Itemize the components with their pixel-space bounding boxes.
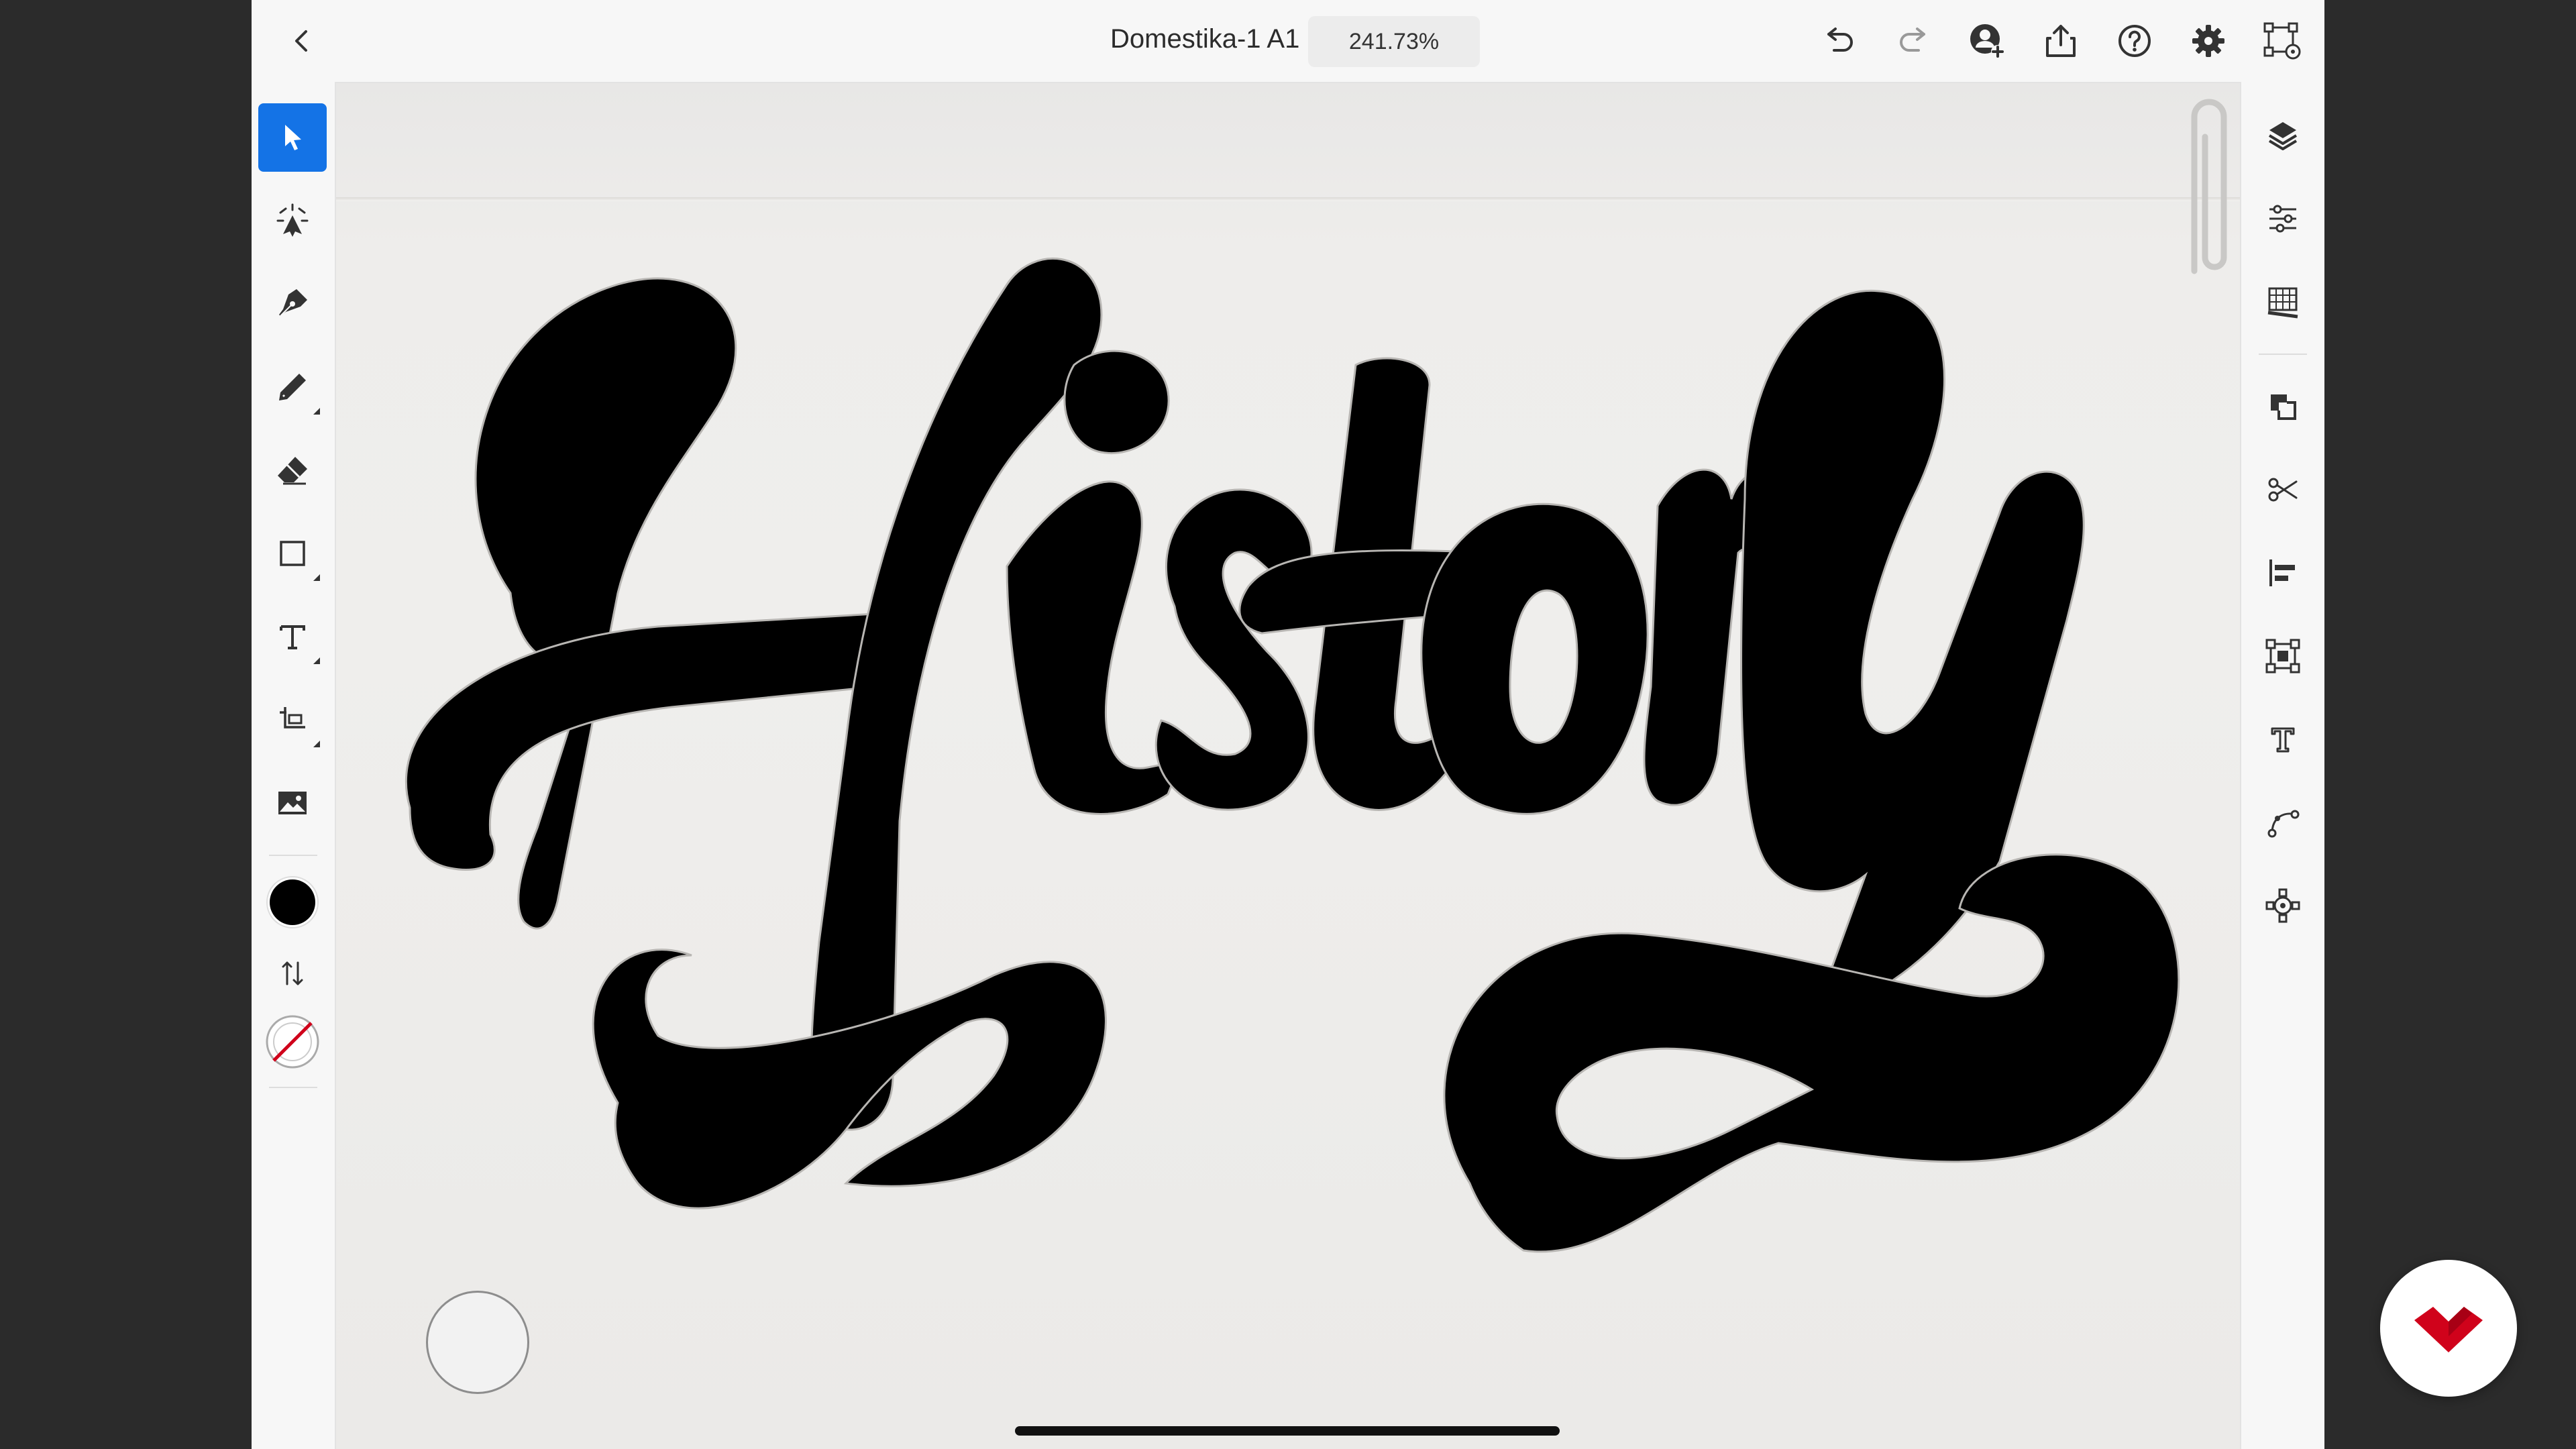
- toolbar-divider: [269, 855, 317, 856]
- grid-icon: [2267, 287, 2298, 319]
- combine-icon: [2271, 394, 2296, 420]
- layers-button[interactable]: [2253, 106, 2312, 165]
- touch-shortcut-button[interactable]: [426, 1291, 529, 1394]
- path-button[interactable]: [2253, 793, 2312, 852]
- type-tool[interactable]: [258, 602, 327, 671]
- magic-pen-icon: [276, 203, 309, 237]
- redo-button[interactable]: [1886, 13, 1941, 68]
- repeat-grid-icon: [2265, 639, 2300, 674]
- image-tool[interactable]: [258, 769, 327, 837]
- help-button[interactable]: [2107, 13, 2162, 68]
- gear-mesh-button[interactable]: [2253, 876, 2312, 935]
- properties-icon: [2269, 205, 2296, 233]
- zoom-level[interactable]: 241.73%: [1308, 16, 1480, 67]
- fill-swatch-icon: [266, 876, 319, 928]
- layers-icon: [2268, 122, 2298, 150]
- type-icon: [280, 625, 305, 649]
- no-stroke-icon: [266, 1015, 319, 1069]
- right-toolbar: [2240, 82, 2324, 1449]
- selection-tool[interactable]: [258, 103, 327, 172]
- invite-button[interactable]: [1960, 13, 2015, 68]
- gear-icon: [2192, 25, 2224, 57]
- home-indicator[interactable]: [1015, 1426, 1560, 1436]
- share-icon: [2046, 25, 2076, 57]
- artboard-canvas[interactable]: [336, 83, 2240, 1449]
- settings-button[interactable]: [2181, 13, 2236, 68]
- image-icon: [278, 792, 307, 814]
- undo-icon: [1827, 28, 1853, 52]
- properties-button[interactable]: [2253, 189, 2312, 248]
- history-lettering-artwork[interactable]: [336, 83, 2240, 1449]
- grid-button[interactable]: [2253, 272, 2312, 331]
- arrow-pointer-icon: [285, 125, 301, 150]
- share-button[interactable]: [2033, 13, 2088, 68]
- brand-logo-badge: [2380, 1260, 2517, 1397]
- left-toolbar: [252, 82, 336, 1449]
- rectangle-icon: [280, 541, 305, 566]
- pencil-tool[interactable]: [258, 353, 327, 421]
- redo-icon: [1900, 28, 1925, 52]
- shape-tool[interactable]: [258, 519, 327, 588]
- top-bar: Domestika-1 A1 241.73%: [252, 0, 2324, 83]
- help-icon: [2118, 25, 2151, 57]
- toolbar-divider: [269, 1087, 317, 1088]
- app-window: Domestika-1 A1 241.73%: [252, 0, 2324, 1449]
- type-options-icon: [2271, 727, 2295, 753]
- gear-mesh-icon: [2265, 888, 2300, 923]
- chevron-left-icon: [295, 30, 307, 52]
- swap-arrows-icon: [282, 961, 303, 985]
- brand-logo-icon: [2414, 1307, 2483, 1352]
- fill-color-swatch[interactable]: [258, 868, 327, 936]
- back-button[interactable]: [278, 17, 325, 64]
- stroke-color-swatch[interactable]: [258, 1008, 327, 1076]
- eraser-icon: [278, 457, 307, 485]
- path-icon: [2267, 810, 2300, 838]
- toolbar-divider: [2259, 354, 2307, 355]
- undo-button[interactable]: [1812, 13, 1867, 68]
- transform-button[interactable]: [2255, 13, 2310, 68]
- transform-icon: [2263, 22, 2301, 60]
- combine-button[interactable]: [2253, 377, 2312, 436]
- repeat-button[interactable]: [2253, 627, 2312, 686]
- pen-tool[interactable]: [258, 270, 327, 338]
- pen-nib-icon: [279, 289, 307, 317]
- type-options-button[interactable]: [2253, 710, 2312, 769]
- pencil-icon: [279, 374, 306, 400]
- swap-colors-button[interactable]: [258, 939, 327, 1008]
- align-button[interactable]: [2253, 543, 2312, 602]
- align-icon: [2269, 559, 2295, 586]
- top-actions: [1793, 13, 2310, 68]
- scissors-button[interactable]: [2253, 460, 2312, 519]
- eraser-tool[interactable]: [258, 436, 327, 504]
- crop-transform-icon: [280, 707, 305, 729]
- scissors-icon: [2268, 478, 2298, 502]
- transform-tool[interactable]: [258, 686, 327, 754]
- direct-selection-tool[interactable]: [258, 186, 327, 255]
- user-add-icon: [1970, 24, 2004, 58]
